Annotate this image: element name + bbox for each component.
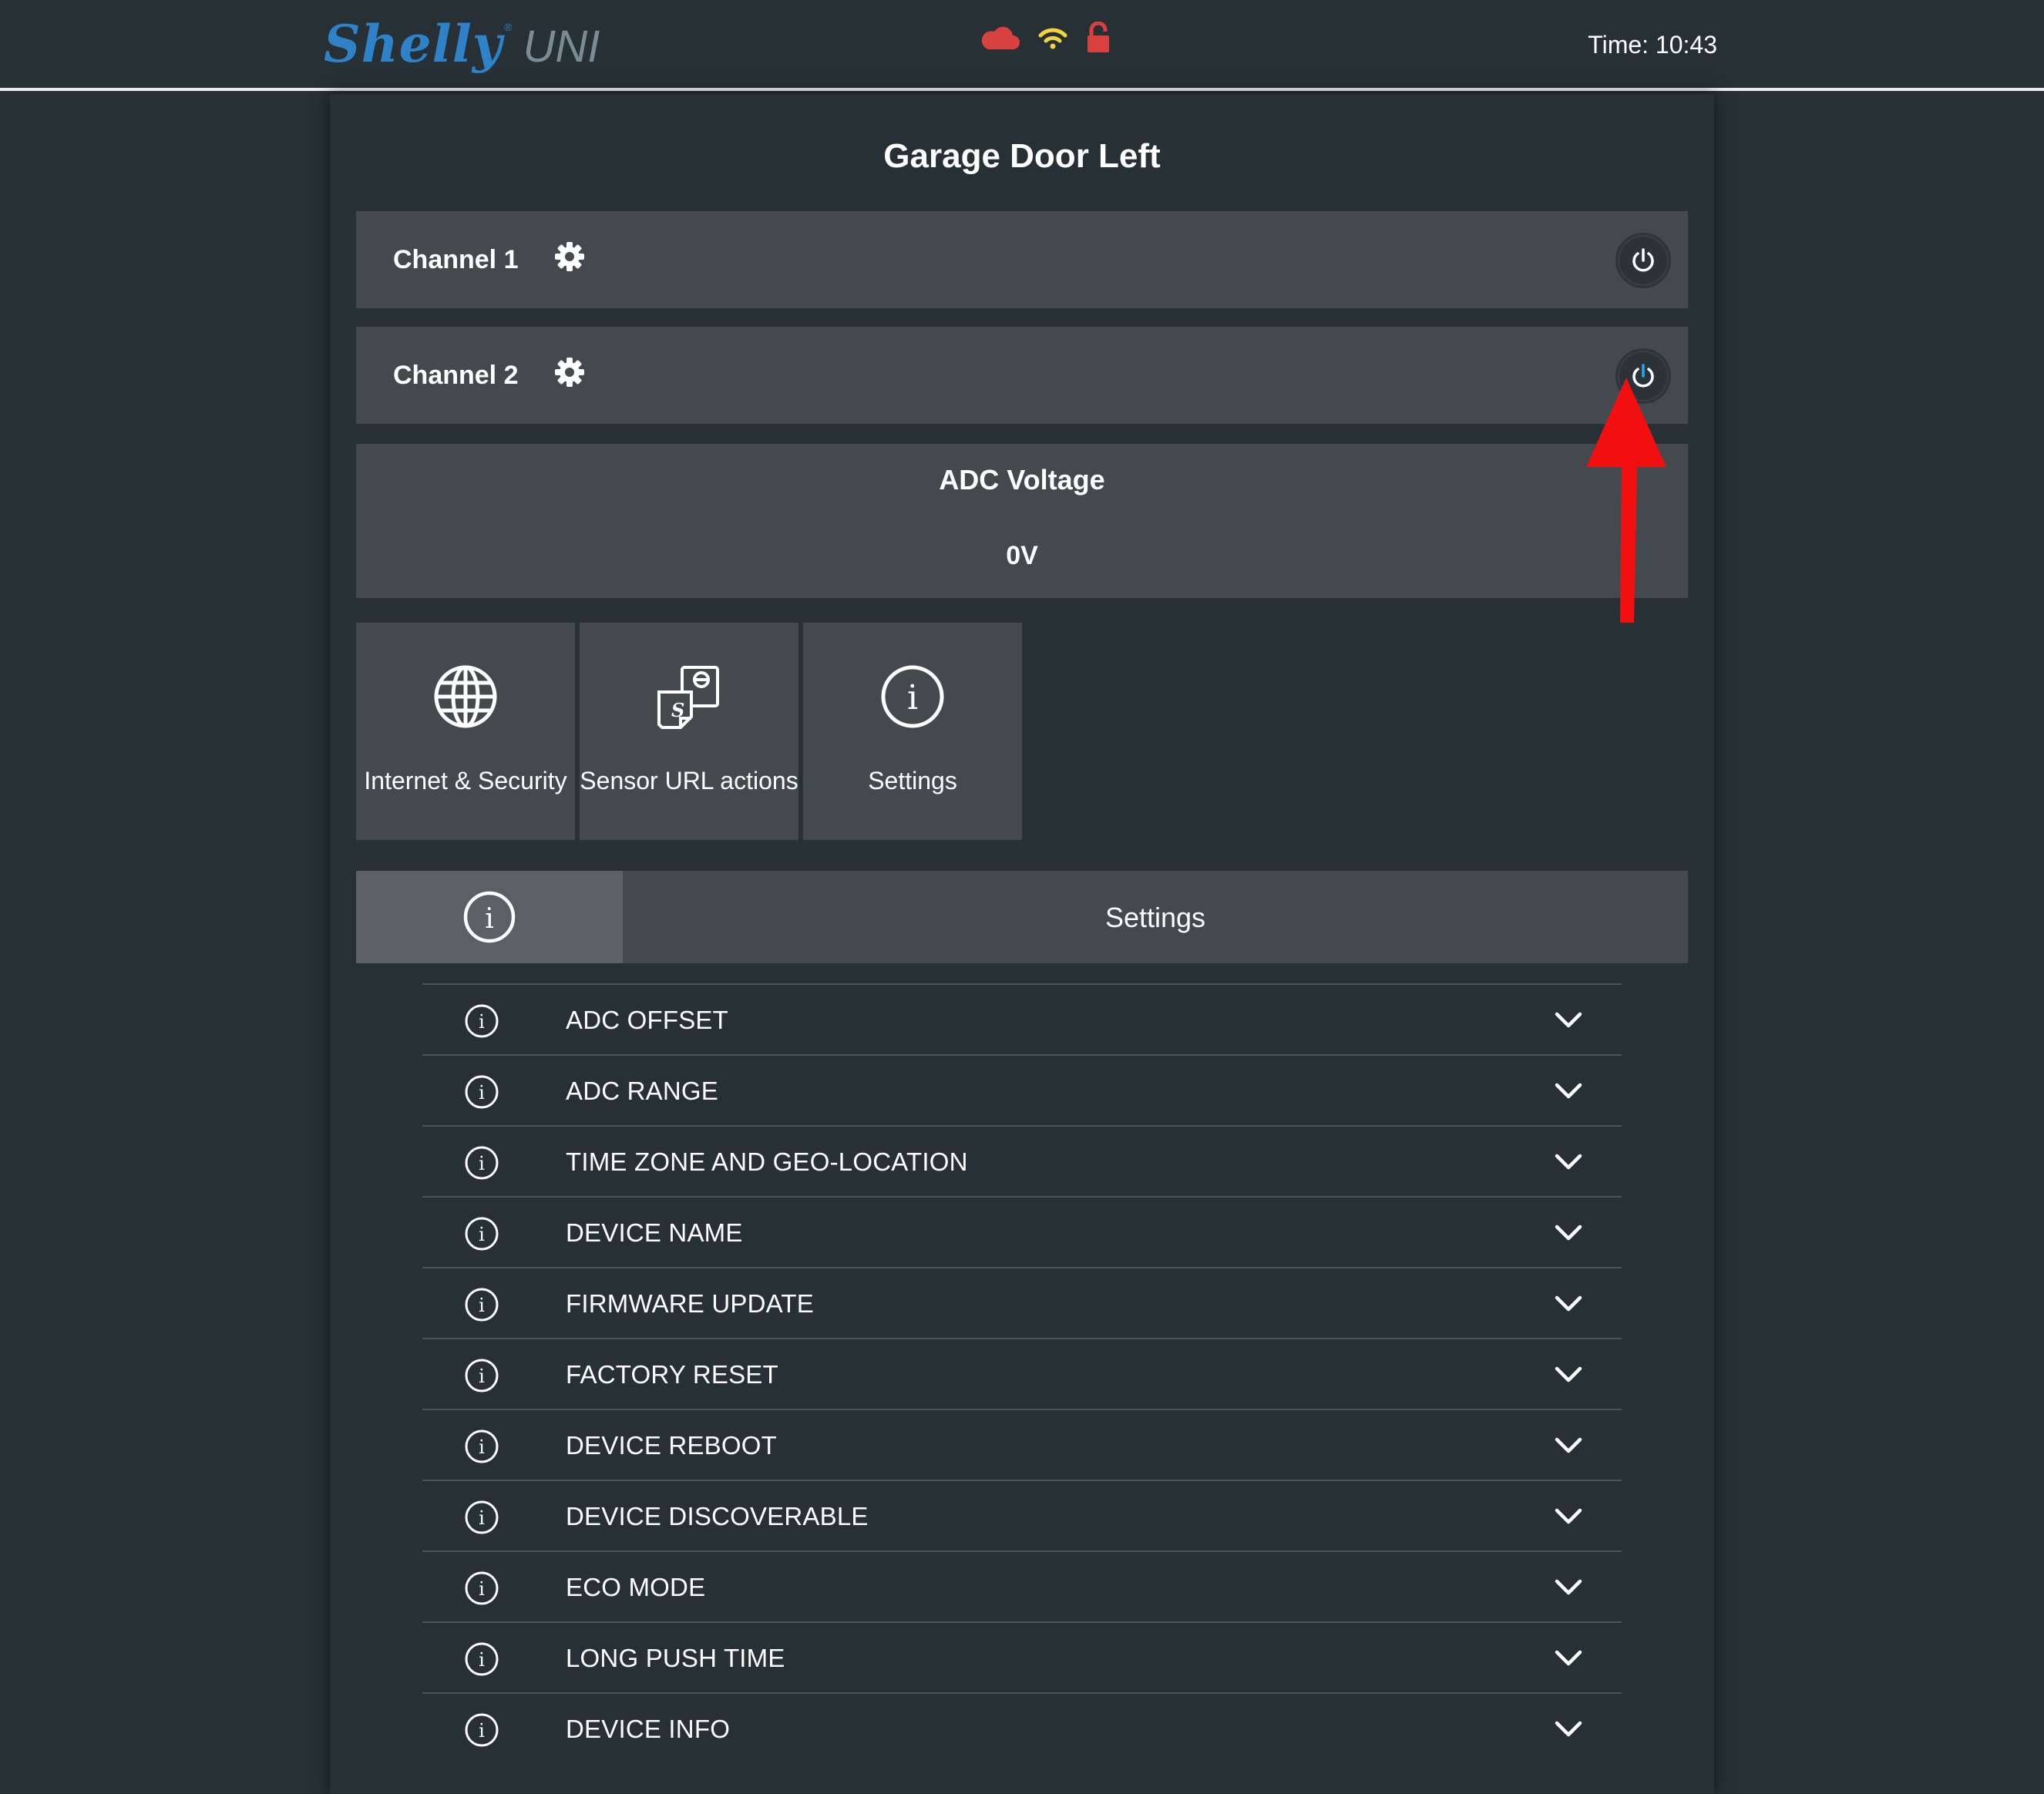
settings-row-label: DEVICE NAME <box>566 1218 743 1247</box>
power-icon <box>1632 248 1654 272</box>
settings-row[interactable]: i FACTORY RESET <box>422 1338 1622 1409</box>
sensor-url-icon: S <box>657 666 719 729</box>
tile-sensor-url-actions-label: Sensor URL actions <box>580 767 798 795</box>
info-icon[interactable]: i <box>464 1216 499 1255</box>
settings-row[interactable]: i ECO MODE <box>422 1550 1622 1621</box>
svg-text:i: i <box>479 1295 485 1316</box>
settings-row[interactable]: i DEVICE REBOOT <box>422 1409 1622 1480</box>
info-icon: i <box>881 665 944 728</box>
info-icon[interactable]: i <box>464 1358 499 1397</box>
tile-settings[interactable]: i Settings <box>803 623 1022 840</box>
time-display: Time: 10:43 <box>1588 31 1717 59</box>
globe-icon <box>434 665 497 728</box>
top-bar: Shelly ® UNI Time: 10:43 <box>0 0 2044 91</box>
gear-icon[interactable] <box>553 356 586 392</box>
page-title: Garage Door Left <box>883 137 1161 175</box>
settings-row-label: FIRMWARE UPDATE <box>566 1289 814 1318</box>
settings-header: i Settings <box>356 871 1688 963</box>
svg-text:i: i <box>479 1720 485 1742</box>
settings-row[interactable]: i FIRMWARE UPDATE <box>422 1267 1622 1338</box>
adc-voltage-title: ADC Voltage <box>939 464 1105 496</box>
svg-text:i: i <box>485 903 494 935</box>
menu-tiles: Internet & Security S Sensor URL actions <box>356 623 1022 840</box>
info-icon[interactable]: i <box>464 1641 499 1681</box>
logo-model: UNI <box>523 22 600 72</box>
chevron-down-icon[interactable] <box>1554 1221 1583 1248</box>
settings-row[interactable]: i DEVICE INFO <box>422 1692 1622 1763</box>
settings-row-label: LONG PUSH TIME <box>566 1644 785 1672</box>
settings-row[interactable]: i TIME ZONE AND GEO-LOCATION <box>422 1125 1622 1196</box>
svg-text:i: i <box>479 1366 485 1387</box>
info-icon[interactable]: i <box>464 1712 499 1752</box>
adc-voltage-card: ADC Voltage 0V <box>356 444 1688 598</box>
info-icon[interactable]: i <box>464 1003 499 1043</box>
channel-1-power-button[interactable] <box>1615 233 1671 288</box>
svg-text:i: i <box>479 1011 485 1033</box>
settings-row[interactable]: i DEVICE NAME <box>422 1196 1622 1267</box>
wifi-icon <box>1037 25 1068 51</box>
tile-internet-security[interactable]: Internet & Security <box>356 623 575 840</box>
info-icon[interactable]: i <box>464 1287 499 1326</box>
svg-text:i: i <box>907 678 918 717</box>
svg-text:i: i <box>479 1153 485 1174</box>
settings-row[interactable]: i LONG PUSH TIME <box>422 1621 1622 1692</box>
adc-voltage-value: 0V <box>1006 541 1038 570</box>
info-icon[interactable]: i <box>464 1571 499 1610</box>
svg-text:i: i <box>479 1436 485 1458</box>
channel-1-card: Channel 1 <box>356 211 1688 308</box>
chevron-down-icon[interactable] <box>1554 1504 1583 1531</box>
channel-1-label: Channel 1 <box>393 245 519 274</box>
settings-list: i ADC OFFSET i ADC RANGE i TIME ZONE AND… <box>422 983 1622 1763</box>
chevron-down-icon[interactable] <box>1554 1362 1583 1389</box>
channel-2-card: Channel 2 <box>356 327 1688 424</box>
info-icon: i <box>463 891 516 943</box>
chevron-down-icon[interactable] <box>1554 1575 1583 1602</box>
chevron-down-icon[interactable] <box>1554 1079 1583 1106</box>
tile-internet-security-label: Internet & Security <box>364 767 567 795</box>
chevron-down-icon[interactable] <box>1554 1150 1583 1177</box>
info-icon[interactable]: i <box>464 1500 499 1539</box>
settings-title: Settings <box>1104 902 1206 933</box>
svg-text:i: i <box>479 1224 485 1245</box>
settings-row-label: DEVICE DISCOVERABLE <box>566 1502 869 1530</box>
cloud-icon <box>979 24 1020 52</box>
settings-row[interactable]: i ADC OFFSET <box>422 983 1622 1054</box>
info-icon[interactable]: i <box>464 1429 499 1468</box>
chevron-down-icon[interactable] <box>1554 1646 1583 1673</box>
logo-brand: Shelly <box>324 14 503 74</box>
status-icons <box>979 22 1111 54</box>
settings-row-label: TIME ZONE AND GEO-LOCATION <box>566 1147 968 1176</box>
shelly-logo: Shelly ® UNI <box>324 14 600 76</box>
chevron-down-icon[interactable] <box>1554 1292 1583 1319</box>
settings-row[interactable]: i DEVICE DISCOVERABLE <box>422 1480 1622 1550</box>
svg-text:i: i <box>479 1649 485 1671</box>
settings-row-label: ADC OFFSET <box>566 1006 729 1034</box>
chevron-down-icon[interactable] <box>1554 1717 1583 1744</box>
logo-registered-mark: ® <box>504 21 513 33</box>
settings-row-label: ECO MODE <box>566 1573 706 1601</box>
gear-icon[interactable] <box>553 240 586 277</box>
unlocked-icon <box>1085 22 1111 54</box>
settings-row-label: FACTORY RESET <box>566 1360 778 1389</box>
chevron-down-icon[interactable] <box>1554 1008 1583 1035</box>
red-arrow-icon <box>1586 378 1666 623</box>
chevron-down-icon[interactable] <box>1554 1433 1583 1460</box>
settings-row-label: DEVICE INFO <box>566 1715 731 1743</box>
svg-text:i: i <box>479 1082 485 1104</box>
info-icon[interactable]: i <box>464 1074 499 1114</box>
svg-text:i: i <box>479 1507 485 1529</box>
main-panel: Garage Door Left Channel 1 Channel 2 ADC… <box>330 94 1714 1794</box>
svg-text:S: S <box>671 699 684 721</box>
tile-settings-label: Settings <box>868 767 957 795</box>
info-icon[interactable]: i <box>464 1145 499 1184</box>
settings-info-tab[interactable]: i <box>356 871 623 963</box>
tile-sensor-url-actions[interactable]: S Sensor URL actions <box>580 623 798 840</box>
svg-text:i: i <box>479 1578 485 1600</box>
channel-2-label: Channel 2 <box>393 361 519 390</box>
settings-row-label: ADC RANGE <box>566 1077 718 1105</box>
settings-row[interactable]: i ADC RANGE <box>422 1054 1622 1125</box>
settings-row-label: DEVICE REBOOT <box>566 1431 777 1460</box>
